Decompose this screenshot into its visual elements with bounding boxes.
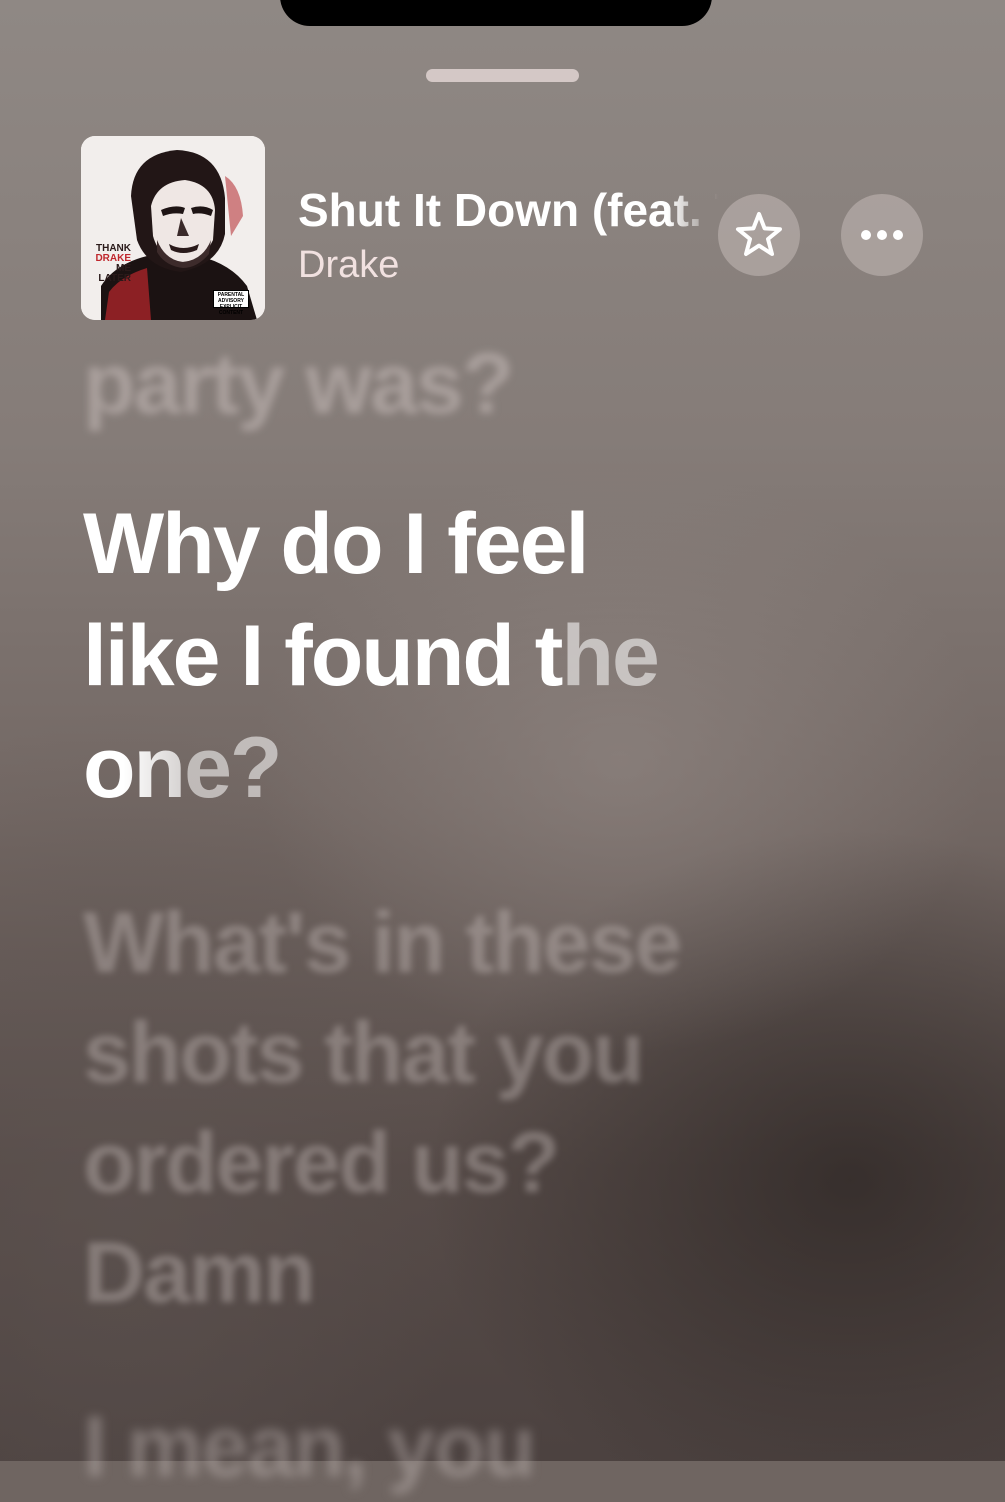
current-lyric-line: Why do I feel <box>83 496 589 592</box>
song-title[interactable]: Shut It Down (feat. The-Dream) <box>298 182 718 238</box>
lyric-sung-part: like I found t <box>83 608 563 704</box>
upcoming-lyric-line: ordered us? <box>83 1115 560 1211</box>
album-art-text-line: LATER <box>98 273 131 284</box>
upcoming-lyric-line: What's in these <box>83 895 682 991</box>
upcoming-lyric-line: Damn <box>83 1225 316 1321</box>
upcoming-lyric[interactable]: What's in these shots that you ordered u… <box>83 888 682 1328</box>
artist-name[interactable]: Drake <box>298 242 399 288</box>
sheet-grabber[interactable] <box>426 69 579 82</box>
next-lyric-line[interactable]: I mean, you <box>83 1392 536 1502</box>
current-lyric[interactable]: Why do I feel like I found the one? <box>83 488 660 824</box>
current-lyric-line: one? <box>83 712 658 824</box>
upcoming-lyric-line: shots that you <box>83 1005 645 1101</box>
dynamic-island <box>280 0 712 26</box>
current-lyric-line: like I found the <box>83 600 660 712</box>
lyric-unsung-part: he <box>561 608 659 704</box>
lyric-sung-part: on <box>83 720 186 816</box>
previous-lyric-line[interactable]: party was? <box>83 328 514 440</box>
star-icon <box>736 212 782 256</box>
more-options-button[interactable] <box>841 194 923 276</box>
ellipsis-icon <box>861 230 903 240</box>
lyric-unsung-part: e? <box>184 720 282 816</box>
favorite-button[interactable] <box>718 194 800 276</box>
album-art-text: THANK DRAKE ME LATER <box>91 244 131 284</box>
album-art[interactable]: THANK DRAKE ME LATER PARENTAL ADVISORY E… <box>81 136 265 320</box>
parental-advisory-label: PARENTAL ADVISORY EXPLICIT CONTENT <box>213 290 249 316</box>
